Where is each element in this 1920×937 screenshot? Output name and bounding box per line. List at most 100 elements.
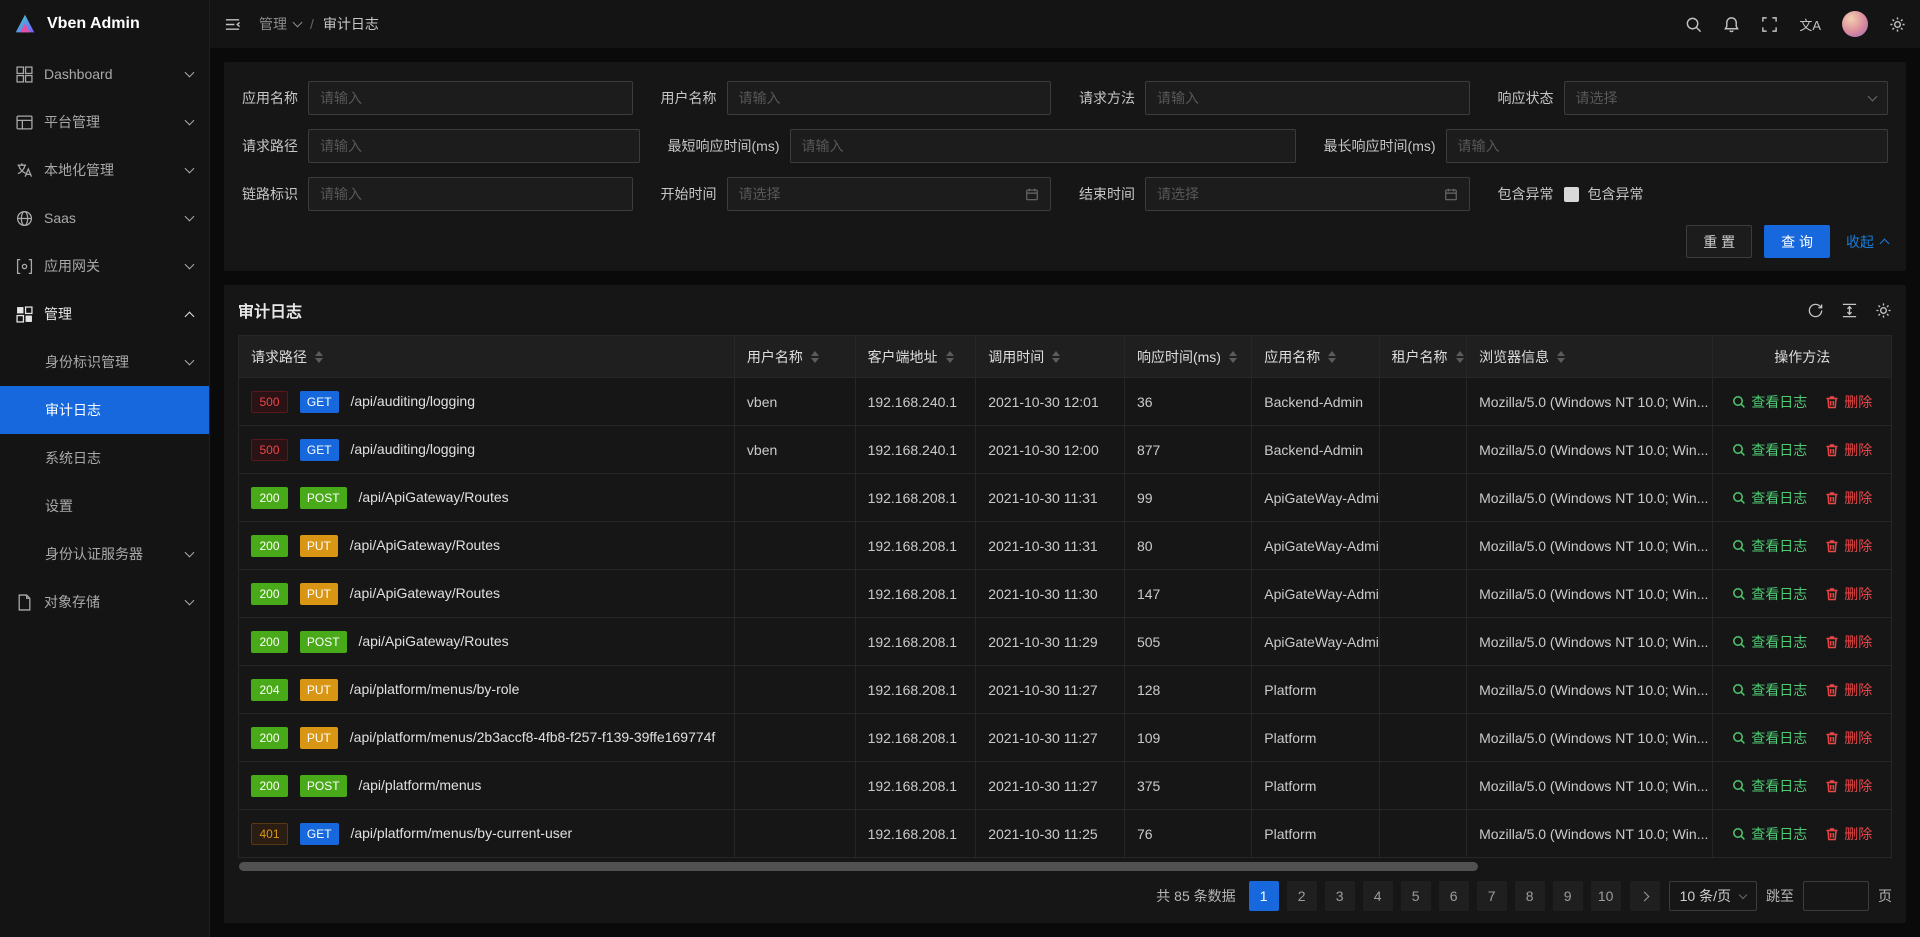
sidebar-item-gateway[interactable]: 应用网关 — [0, 242, 209, 290]
page-button[interactable]: 8 — [1515, 881, 1545, 911]
sidebar-item-localization[interactable]: 本地化管理 — [0, 146, 209, 194]
avatar[interactable] — [1842, 11, 1868, 37]
delete-label: 删除 — [1844, 392, 1872, 412]
next-page-button[interactable] — [1630, 881, 1660, 911]
min-response-time-input[interactable] — [790, 129, 1296, 163]
sort-icon[interactable] — [315, 351, 323, 363]
delete-button[interactable]: 删除 — [1825, 728, 1872, 748]
delete-button[interactable]: 删除 — [1825, 392, 1872, 412]
delete-label: 删除 — [1844, 776, 1872, 796]
page-button[interactable]: 6 — [1439, 881, 1469, 911]
view-log-button[interactable]: 查看日志 — [1732, 680, 1807, 700]
page-button[interactable]: 9 — [1553, 881, 1583, 911]
collapse-link[interactable]: 收起 — [1846, 232, 1888, 252]
view-log-button[interactable]: 查看日志 — [1732, 584, 1807, 604]
cell-path: 500 GET /api/auditing/logging — [239, 378, 735, 426]
delete-button[interactable]: 删除 — [1825, 536, 1872, 556]
column-settings-icon[interactable] — [1875, 302, 1892, 319]
cell-path: 401 GET /api/platform/menus/by-current-u… — [239, 810, 735, 858]
max-response-time-input[interactable] — [1446, 129, 1888, 163]
page-button[interactable]: 7 — [1477, 881, 1507, 911]
end-time-picker[interactable]: 请选择 — [1145, 177, 1470, 211]
breadcrumb-parent[interactable]: 管理 — [259, 14, 301, 34]
page-button[interactable]: 1 — [1249, 881, 1279, 911]
view-log-button[interactable]: 查看日志 — [1732, 392, 1807, 412]
app-name-input[interactable] — [308, 81, 633, 115]
column-header-tenant[interactable]: 租户名称 — [1379, 336, 1467, 378]
sidebar-item-identity-management[interactable]: 身份标识管理 — [0, 338, 209, 386]
column-header-time[interactable]: 调用时间 — [976, 336, 1125, 378]
column-header-app[interactable]: 应用名称 — [1252, 336, 1379, 378]
sort-icon[interactable] — [811, 351, 819, 363]
sidebar-item-saas[interactable]: Saas — [0, 194, 209, 242]
column-header-user[interactable]: 用户名称 — [734, 336, 855, 378]
chevron-down-icon — [293, 18, 303, 28]
cell-user: vben — [734, 378, 855, 426]
view-log-button[interactable]: 查看日志 — [1732, 824, 1807, 844]
bell-icon[interactable] — [1723, 16, 1740, 33]
view-log-button[interactable]: 查看日志 — [1732, 632, 1807, 652]
page-size-select[interactable]: 10 条/页 — [1669, 881, 1757, 911]
sidebar-item-dashboard[interactable]: Dashboard — [0, 50, 209, 98]
delete-button[interactable]: 删除 — [1825, 440, 1872, 460]
page-button[interactable]: 4 — [1363, 881, 1393, 911]
search-icon[interactable] — [1685, 16, 1702, 33]
cell-client-ip: 192.168.208.1 — [855, 522, 976, 570]
column-header-response-ms[interactable]: 响应时间(ms) — [1124, 336, 1251, 378]
sort-icon[interactable] — [1456, 351, 1464, 363]
sidebar-item-settings[interactable]: 设置 — [0, 482, 209, 530]
delete-button[interactable]: 删除 — [1825, 824, 1872, 844]
view-log-button[interactable]: 查看日志 — [1732, 536, 1807, 556]
reset-button[interactable]: 重 置 — [1686, 225, 1752, 258]
delete-button[interactable]: 删除 — [1825, 680, 1872, 700]
request-path-input[interactable] — [308, 129, 640, 163]
view-log-button[interactable]: 查看日志 — [1732, 728, 1807, 748]
sidebar-item-manage[interactable]: 管理 — [0, 290, 209, 338]
exception-checkbox[interactable] — [1564, 187, 1579, 202]
sidebar-item-platform[interactable]: 平台管理 — [0, 98, 209, 146]
fullscreen-icon[interactable] — [1761, 16, 1778, 33]
column-header-client-ip[interactable]: 客户端地址 — [855, 336, 976, 378]
request-method-input[interactable] — [1145, 81, 1470, 115]
page-button[interactable]: 10 — [1591, 881, 1621, 911]
refresh-icon[interactable] — [1807, 302, 1824, 319]
column-header-path[interactable]: 请求路径 — [239, 336, 735, 378]
language-icon[interactable]: 文A — [1799, 15, 1821, 34]
sort-icon[interactable] — [1052, 351, 1060, 363]
app-logo[interactable]: Vben Admin — [0, 0, 209, 48]
page-button[interactable]: 2 — [1287, 881, 1317, 911]
delete-button[interactable]: 删除 — [1825, 632, 1872, 652]
sidebar-collapse-icon[interactable] — [224, 16, 241, 33]
page-button[interactable]: 3 — [1325, 881, 1355, 911]
delete-button[interactable]: 删除 — [1825, 488, 1872, 508]
sort-icon[interactable] — [1557, 351, 1565, 363]
sidebar-item-object-storage[interactable]: 对象存储 — [0, 578, 209, 626]
sort-icon[interactable] — [1229, 351, 1237, 363]
response-status-select[interactable]: 请选择 — [1564, 81, 1889, 115]
view-log-button[interactable]: 查看日志 — [1732, 440, 1807, 460]
trace-id-input[interactable] — [308, 177, 633, 211]
view-log-label: 查看日志 — [1751, 536, 1807, 556]
sidebar-item-audit-log[interactable]: 审计日志 — [0, 386, 209, 434]
scrollbar-thumb[interactable] — [239, 862, 1478, 871]
sidebar-item-system-log[interactable]: 系统日志 — [0, 434, 209, 482]
user-name-input[interactable] — [727, 81, 1052, 115]
start-time-picker[interactable]: 请选择 — [727, 177, 1052, 211]
delete-button[interactable]: 删除 — [1825, 584, 1872, 604]
sort-icon[interactable] — [946, 351, 954, 363]
cell-browser: Mozilla/5.0 (Windows NT 10.0; Win... — [1467, 762, 1713, 810]
sort-icon[interactable] — [1328, 351, 1336, 363]
filter-actions: 重 置 查 询 收起 — [242, 225, 1888, 258]
gear-icon[interactable] — [1889, 16, 1906, 33]
cell-response-ms: 80 — [1124, 522, 1251, 570]
jump-page-input[interactable] — [1803, 881, 1869, 911]
sidebar-item-auth-server[interactable]: 身份认证服务器 — [0, 530, 209, 578]
view-log-button[interactable]: 查看日志 — [1732, 488, 1807, 508]
column-header-browser[interactable]: 浏览器信息 — [1467, 336, 1713, 378]
delete-button[interactable]: 删除 — [1825, 776, 1872, 796]
page-button[interactable]: 5 — [1401, 881, 1431, 911]
horizontal-scrollbar[interactable] — [239, 862, 1891, 871]
view-log-button[interactable]: 查看日志 — [1732, 776, 1807, 796]
column-height-icon[interactable] — [1841, 302, 1858, 319]
query-button[interactable]: 查 询 — [1764, 225, 1830, 258]
